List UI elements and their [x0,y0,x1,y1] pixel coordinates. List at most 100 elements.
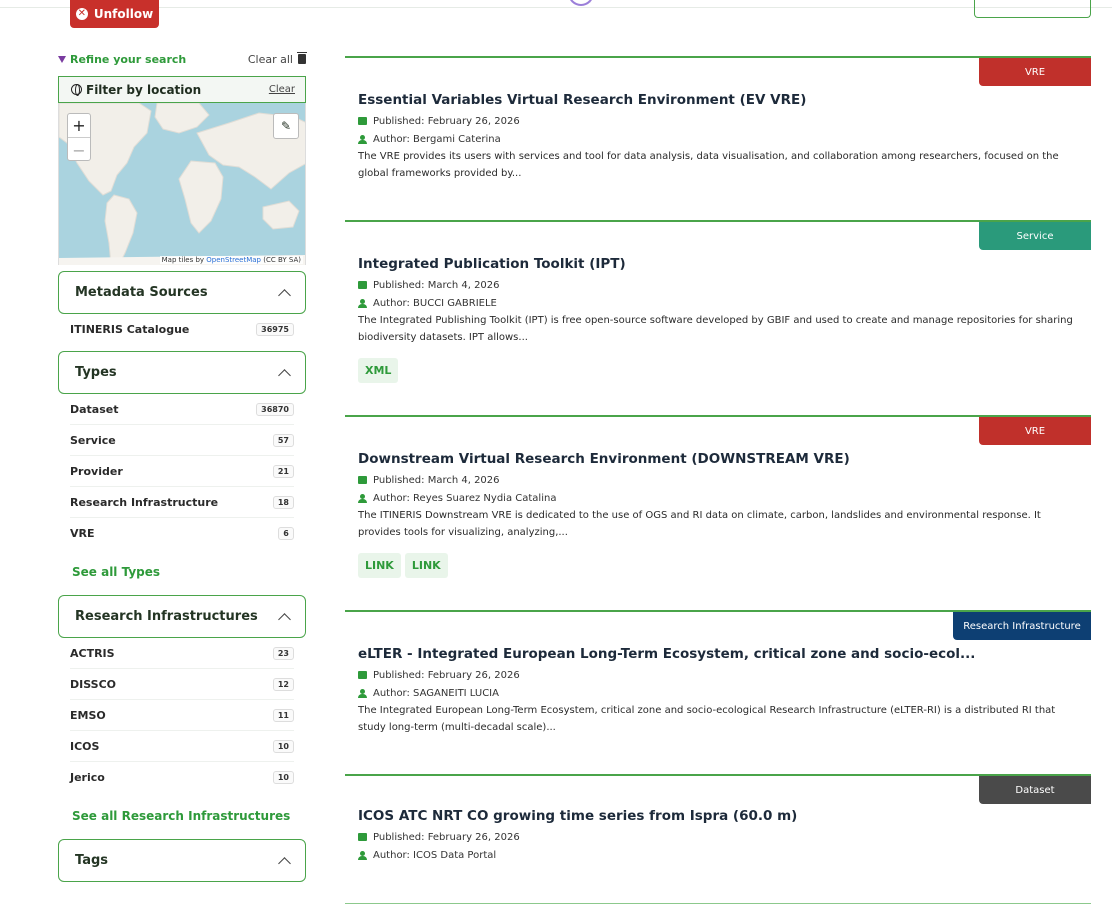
facet-item[interactable]: VRE 6 [70,518,294,549]
facet-item-label: ICOS [70,739,100,753]
result-card[interactable]: VRE Downstream Virtual Research Environm… [345,415,1091,610]
result-title[interactable]: Downstream Virtual Research Environment … [358,417,1078,467]
facet-item[interactable]: Service 57 [70,425,294,456]
facet-item[interactable]: ITINERIS Catalogue 36975 [70,314,294,345]
result-title[interactable]: Integrated Publication Toolkit (IPT) [358,222,1078,272]
tag-chip[interactable]: LINK [358,553,401,578]
filter-by-location-header: Filter by location Clear [58,76,306,103]
calendar-icon [358,281,367,289]
unfollow-button[interactable]: ✕ Unfollow [70,0,159,28]
map-zoom-control: + − [67,113,91,161]
type-badge: VRE [979,417,1091,445]
zoom-in-button[interactable]: + [68,114,90,138]
result-title[interactable]: ICOS ATC NRT CO growing time series from… [358,776,1078,824]
pencil-icon: ✎ [280,119,292,133]
person-icon [358,850,367,860]
facet-item[interactable]: Jerico 10 [70,762,294,793]
person-icon [358,134,367,144]
author: Author: SAGANEITI LUCIA [358,684,1078,702]
tag-chip[interactable]: LINK [404,553,448,578]
see-all-types-link[interactable]: See all Types [58,549,306,595]
facet-item-label: EMSO [70,708,106,722]
facet-item-count: 21 [272,464,294,478]
chevron-up-icon [278,856,291,870]
attribution-license: (CC BY SA) [261,256,301,264]
person-icon [358,298,367,308]
result-card[interactable]: Service Integrated Publication Toolkit (… [345,220,1091,415]
published-text: Published: March 4, 2026 [373,474,500,486]
facet-tags-header[interactable]: Tags [58,839,306,882]
see-all-research-infrastructures-link[interactable]: See all Research Infrastructures [58,793,306,839]
facet-title: Types [75,365,117,380]
result-description: The ITINERIS Downstream VRE is dedicated… [358,510,1041,538]
facet-item-label: VRE [70,527,95,540]
published-text: Published: March 4, 2026 [373,279,500,291]
person-icon [358,493,367,503]
facet-item-label: Dataset [70,402,119,416]
clear-all-button[interactable]: Clear all [247,52,307,66]
facet-item-count: 57 [272,433,294,447]
globe-icon [71,84,82,96]
author: Author: BUCCI GABRIELE [358,294,1078,312]
facet-metadata-sources-header[interactable]: Metadata Sources [58,271,306,314]
type-badge: VRE [979,58,1091,86]
zoom-out-button[interactable]: − [68,138,90,162]
top-divider [0,7,1112,8]
clear-location-link[interactable]: Clear [269,84,295,95]
calendar-icon [358,833,367,841]
facet-item[interactable]: Provider 21 [70,456,294,487]
published-date: Published: March 4, 2026 [358,471,1078,489]
facet-item-label: Jerico [70,771,105,784]
author-text: Author: ICOS Data Portal [373,849,497,861]
result-description: The VRE provides its users with services… [358,151,1059,179]
result-card[interactable]: Research Infrastructure eLTER - Integrat… [345,610,1091,774]
sort-select[interactable] [974,0,1091,18]
author-text: Author: Reyes Suarez Nydia Catalina [373,492,557,504]
facet-item[interactable]: ICOS 10 [70,731,294,762]
result-description: The Integrated European Long-Term Ecosys… [358,705,1056,733]
facet-item-label: Provider [70,464,123,478]
facet-metadata-sources-list: ITINERIS Catalogue 36975 [58,314,306,345]
facet-title: Research Infrastructures [75,609,258,624]
world-map-tiles [59,103,305,265]
facet-research-infrastructures-list: ACTRIS 23 DISSCO 12 EMSO 11 ICOS 10 Jeri… [58,638,306,793]
calendar-icon [358,117,367,125]
refine-label: Refine your search [70,52,187,66]
tag-list: XML [358,358,1078,383]
published-text: Published: February 26, 2026 [373,669,520,681]
result-title[interactable]: Essential Variables Virtual Research Env… [358,58,1078,108]
location-map[interactable]: + − ✎ Map tiles by OpenStreetMap (CC BY … [58,103,306,265]
facet-item-label: Service [70,433,116,447]
tag-chip[interactable]: XML [358,358,399,383]
facet-research-infrastructures-header[interactable]: Research Infrastructures [58,595,306,638]
chevron-up-icon [278,288,291,302]
facet-item-count: 11 [272,708,294,722]
tag-list: LINK LINK [358,553,1078,578]
attribution-prefix: Map tiles by [161,256,207,264]
calendar-icon [358,671,367,679]
top-bar: ✕ Unfollow [0,0,1112,30]
results-list: VRE Essential Variables Virtual Research… [345,56,1091,904]
facet-item[interactable]: DISSCO 12 [70,669,294,700]
result-card[interactable]: VRE Essential Variables Virtual Research… [345,56,1091,220]
facet-item-count: 10 [272,771,294,784]
funnel-icon [58,55,66,63]
facet-item[interactable]: ACTRIS 23 [70,638,294,669]
author-text: Author: BUCCI GABRIELE [373,297,497,309]
refine-heading: Refine your search [58,53,186,66]
facet-item-count: 36975 [256,323,294,336]
facet-item[interactable]: Dataset 36870 [70,394,294,425]
author-text: Author: SAGANEITI LUCIA [373,687,499,699]
published-date: Published: February 26, 2026 [358,112,1078,130]
facet-item[interactable]: Research Infrastructure 18 [70,487,294,518]
draw-area-button[interactable]: ✎ [273,113,299,139]
facet-title: Metadata Sources [75,285,208,300]
clear-all-label: Clear all [247,52,293,66]
result-card[interactable]: Dataset ICOS ATC NRT CO growing time ser… [345,774,1091,904]
filters-sidebar: Refine your search Clear all Filter by l… [58,50,307,882]
facet-types-header[interactable]: Types [58,351,306,394]
facet-item[interactable]: EMSO 11 [70,700,294,731]
openstreetmap-link[interactable]: OpenStreetMap [206,256,261,264]
calendar-icon [358,476,367,484]
facet-item-label: Research Infrastructure [70,495,219,509]
